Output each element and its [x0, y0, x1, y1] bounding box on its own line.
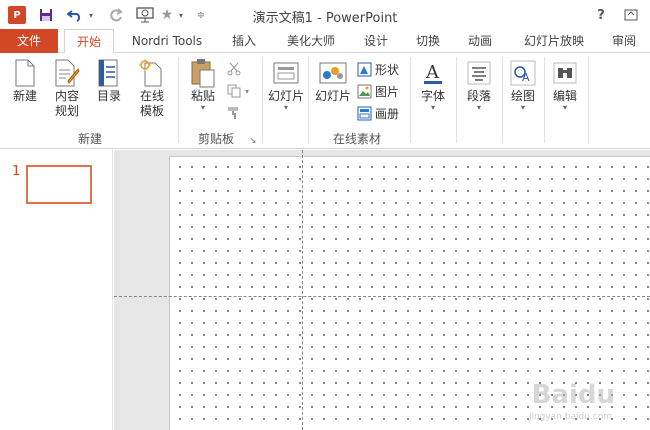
copy-dropdown-icon[interactable]: ▾	[245, 87, 249, 96]
online-slides-button[interactable]: 幻灯片	[312, 59, 354, 104]
slide-number: 1	[12, 164, 21, 179]
albums-button[interactable]: 画册	[356, 103, 399, 123]
new-document-icon	[11, 59, 39, 87]
tab-file[interactable]: 文件	[0, 29, 58, 53]
format-painter-button[interactable]	[226, 103, 245, 123]
ribbon-separator	[588, 57, 589, 143]
tab-nordri-tools[interactable]: Nordri Tools	[120, 29, 214, 53]
ribbon-tabs: 文件 开始 Nordri Tools 插入 美化大师 设计 切换 动画 幻灯片放…	[0, 29, 650, 54]
drawing-button[interactable]: A 绘图 ▾	[504, 59, 542, 112]
tab-insert[interactable]: 插入	[224, 29, 264, 53]
paste-icon	[189, 59, 217, 88]
toc-button[interactable]: 目录	[92, 59, 126, 104]
editing-button[interactable]: 编辑 ▾	[546, 59, 584, 112]
ribbon-separator	[178, 57, 179, 143]
tab-slideshow[interactable]: 幻灯片放映	[514, 29, 594, 53]
picture-icon	[356, 83, 372, 99]
tab-design[interactable]: 设计	[356, 29, 396, 53]
format-painter-icon	[226, 105, 242, 121]
paste-button[interactable]: 粘贴 ▾	[186, 59, 220, 112]
pictures-button[interactable]: 图片	[356, 81, 399, 101]
slide-layout-icon	[272, 59, 300, 87]
online-template-label: 在线 模板	[139, 89, 164, 118]
baidu-watermark: Baidu	[531, 380, 615, 410]
content-plan-icon	[53, 59, 81, 87]
editing-dropdown-icon[interactable]: ▾	[563, 104, 567, 112]
window-title: 演示文稿1 - PowerPoint	[252, 11, 398, 26]
shapes-button[interactable]: 形状	[356, 59, 399, 79]
svg-text:A: A	[425, 62, 440, 83]
scissors-icon	[226, 61, 242, 77]
tab-transitions[interactable]: 切换	[408, 29, 448, 53]
drawing-label: 绘图	[510, 89, 535, 103]
svg-text:A: A	[522, 71, 530, 84]
font-dropdown-icon[interactable]: ▾	[431, 104, 435, 112]
group-label-new: 新建	[77, 132, 102, 146]
ribbon-separator	[410, 57, 411, 143]
ribbon-separator	[456, 57, 457, 143]
copy-icon	[226, 83, 242, 99]
drawing-icon: A	[509, 59, 537, 87]
font-label: 字体	[420, 89, 445, 103]
new-slide-button[interactable]: 新建	[8, 59, 42, 104]
ribbon-separator	[544, 57, 545, 143]
pictures-label: 图片	[375, 84, 400, 99]
horizontal-guide[interactable]	[114, 296, 650, 297]
paste-dropdown-icon[interactable]: ▾	[201, 104, 205, 112]
ribbon-home: 新建 内容 规划 目录 在线 模板 新建 粘贴 ▾ ▾ 剪贴板 ↘ 幻灯片 ▾ …	[0, 53, 650, 149]
slides-button[interactable]: 幻灯片 ▾	[266, 59, 306, 112]
shapes-label: 形状	[375, 62, 400, 77]
help-button[interactable]: ?	[590, 5, 612, 25]
ribbon-separator	[308, 57, 309, 143]
binoculars-icon	[551, 59, 579, 87]
online-template-icon	[138, 59, 166, 87]
new-slide-label: 新建	[12, 89, 37, 103]
ribbon-separator	[502, 57, 503, 143]
online-template-button[interactable]: 在线 模板	[134, 59, 170, 119]
tab-beautify[interactable]: 美化大师	[278, 29, 344, 53]
font-button[interactable]: A 字体 ▾	[414, 59, 452, 112]
paragraph-dropdown-icon[interactable]: ▾	[477, 104, 481, 112]
paragraph-label: 段落	[466, 89, 491, 103]
copy-button[interactable]: ▾	[226, 81, 249, 101]
slide-thumbnail-pane: 1	[0, 150, 113, 430]
shapes-icon	[356, 61, 372, 77]
paragraph-button[interactable]: 段落 ▾	[460, 59, 498, 112]
online-slides-label: 幻灯片	[314, 89, 351, 103]
slides-label: 幻灯片	[267, 89, 304, 103]
toc-icon	[95, 59, 123, 87]
baidu-watermark-url: jingyan.baidu.com	[528, 412, 612, 422]
content-plan-label: 内容 规划	[54, 89, 79, 118]
online-slides-icon	[319, 59, 347, 87]
clipboard-launcher-icon[interactable]: ↘	[248, 135, 258, 145]
group-label-online: 在线素材	[332, 132, 381, 146]
tab-animations[interactable]: 动画	[460, 29, 500, 53]
slides-dropdown-icon[interactable]: ▾	[284, 104, 288, 112]
paragraph-icon	[465, 59, 493, 87]
group-label-clipboard: 剪贴板	[197, 132, 234, 146]
albums-label: 画册	[375, 106, 400, 121]
editing-label: 编辑	[552, 89, 577, 103]
tab-home[interactable]: 开始	[64, 29, 114, 54]
paste-label: 粘贴	[190, 89, 215, 103]
drawing-dropdown-icon[interactable]: ▾	[521, 104, 525, 112]
album-icon	[356, 105, 372, 121]
title-bar: P ▾ ★ ▾ ≑ 演示文稿1 - PowerPoint ?	[0, 0, 650, 29]
font-icon: A	[419, 59, 447, 87]
toc-label: 目录	[96, 89, 121, 103]
slide-thumbnail[interactable]	[26, 165, 92, 204]
cut-button[interactable]	[226, 59, 245, 79]
vertical-guide[interactable]	[302, 150, 303, 430]
ribbon-separator	[262, 57, 263, 143]
content-plan-button[interactable]: 内容 规划	[49, 59, 85, 119]
ribbon-display-icon[interactable]	[620, 5, 642, 25]
tab-review[interactable]: 审阅	[604, 29, 644, 53]
